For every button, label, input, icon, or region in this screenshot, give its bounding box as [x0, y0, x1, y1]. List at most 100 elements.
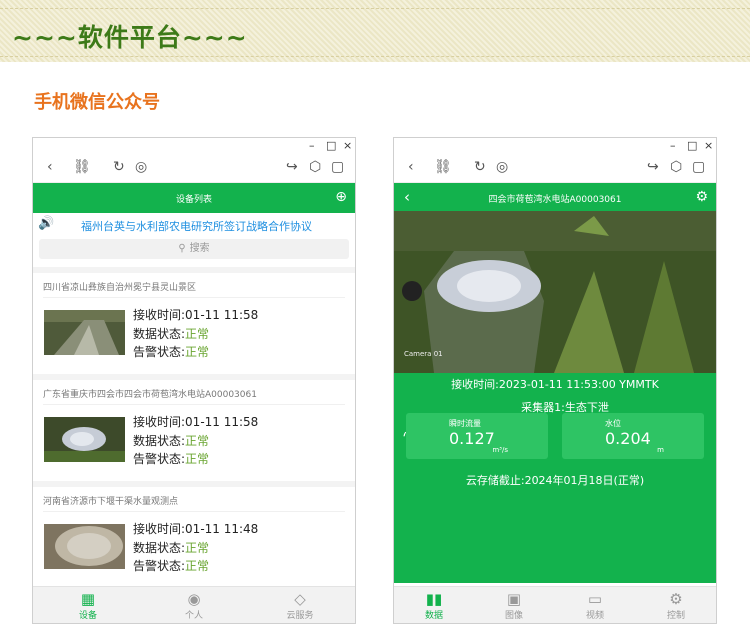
browser-toolbar: ‹ ⛓ ↻ ◎ ↪ ⬡ ▢ — [33, 156, 355, 183]
globe-icon[interactable]: ◎ — [496, 159, 508, 175]
data-status-value: 正常 — [185, 433, 210, 448]
settings-icon[interactable]: ⚙ — [695, 189, 708, 205]
notice-bar[interactable]: 🔊 福州台英与水利部农电研究所签订战略合作协议 — [33, 213, 355, 235]
app-header: ‹ 四会市荷苞湾水电站A00003061 ⚙ — [394, 183, 716, 213]
alarm-status-label: 告警状态: — [133, 452, 186, 466]
close-button[interactable]: × — [343, 139, 352, 152]
divider — [43, 297, 345, 298]
alarm-status-value: 正常 — [185, 345, 210, 359]
window-controls: – □ × — [33, 138, 355, 156]
device-thumbnail[interactable] — [44, 310, 125, 355]
cube-icon[interactable]: ⬡ — [670, 159, 682, 175]
camera-image[interactable]: Camera 01 — [394, 211, 716, 373]
device-location: 四川省凉山彝族自治州冕宁县灵山景区 — [43, 283, 197, 293]
data-status-label: 数据状态: — [133, 540, 186, 555]
tab-control[interactable]: ⚙ 控制 — [636, 590, 716, 621]
bottom-tab-bar: ▦ 设备 ◉ 个人 ◇ 云服务 — [33, 586, 355, 623]
banner-divider-bottom — [0, 56, 750, 57]
device-status: 接收时间:01-11 11:58 数据状态:正常 告警状态:正常 — [133, 413, 258, 469]
alarm-status-row: 告警状态:正常 — [133, 343, 258, 362]
tag-icon: ◇ — [294, 590, 306, 608]
gear-icon: ⚙ — [669, 590, 683, 608]
tab-label: 控制 — [666, 611, 685, 621]
banner-title: ~~~软件平台~~~ — [12, 23, 248, 52]
app-header: 设备列表 ⊕ — [33, 183, 355, 213]
tab-image[interactable]: ▣ 图像 — [474, 590, 554, 621]
minimize-button[interactable]: – — [309, 139, 315, 152]
refresh-icon[interactable]: ↻ — [474, 159, 486, 175]
tab-label: 视频 — [585, 611, 604, 621]
receive-time: 接收时间:01-11 11:58 — [133, 415, 259, 429]
page-title: 设备列表 — [175, 195, 212, 205]
data-status-value: 正常 — [185, 326, 210, 341]
data-status-value: 正常 — [185, 540, 210, 555]
camera-label: Camera 01 — [404, 350, 443, 358]
device-thumbnail[interactable] — [44, 524, 125, 569]
data-status-label: 数据状态: — [133, 433, 186, 448]
device-thumbnail[interactable] — [44, 417, 125, 462]
tab-label: 设备 — [78, 611, 97, 621]
refresh-icon[interactable]: ↻ — [113, 159, 125, 175]
share-icon[interactable]: ↪ — [286, 159, 298, 175]
alarm-status-value: 正常 — [185, 452, 210, 466]
alarm-status-value: 正常 — [185, 559, 210, 573]
tab-label: 云服务 — [286, 611, 314, 621]
tab-video[interactable]: ▭ 视频 — [555, 590, 635, 621]
alarm-status-row: 告警状态:正常 — [133, 557, 258, 576]
bottom-tab-bar: ▮▮ 数据 ▣ 图像 ▭ 视频 ⚙ 控制 — [394, 586, 716, 623]
divider — [43, 511, 345, 512]
flow-unit: m³/s — [492, 446, 508, 454]
level-unit: m — [657, 446, 664, 454]
globe-icon[interactable]: ◎ — [135, 159, 147, 175]
top-banner: ~~~软件平台~~~ — [0, 0, 750, 62]
device-location: 广东省重庆市四会市四会市荷苞湾水电站A00003061 — [43, 390, 257, 400]
link-icon[interactable]: ⛓ — [73, 159, 91, 175]
share-icon[interactable]: ↪ — [647, 159, 659, 175]
flow-card[interactable]: 瞬时流量 0.127 m³/s — [406, 413, 548, 459]
banner-divider-top — [0, 8, 750, 9]
maximize-button[interactable]: □ — [326, 139, 336, 152]
notice-text: 福州台英与水利部农电研究所签订战略合作协议 — [81, 220, 312, 233]
receive-time: 接收时间:01-11 11:58 — [133, 308, 259, 322]
alarm-status-row: 告警状态:正常 — [133, 450, 258, 469]
device-card[interactable]: 广东省重庆市四会市四会市荷苞湾水电站A00003061 接收时间:01-11 1… — [33, 374, 355, 487]
tab-personal[interactable]: ◉ 个人 — [154, 590, 234, 621]
back-icon[interactable]: ‹ — [47, 159, 53, 175]
data-status-row: 数据状态:正常 — [133, 432, 258, 451]
tab-cloud-service[interactable]: ◇ 云服务 — [260, 590, 340, 621]
speaker-icon: 🔊 — [38, 216, 55, 231]
data-status-row: 数据状态:正常 — [133, 325, 258, 344]
flow-label: 瞬时流量 — [449, 419, 481, 428]
tab-label: 数据 — [424, 611, 443, 621]
tab-data[interactable]: ▮▮ 数据 — [394, 590, 474, 621]
maximize-button[interactable]: □ — [687, 139, 697, 152]
alarm-status-label: 告警状态: — [133, 345, 186, 359]
device-location: 河南省济源市下堰干渠水量观测点 — [43, 497, 179, 507]
level-card[interactable]: 水位 0.204 m — [562, 413, 704, 459]
flow-value: 0.127 — [449, 429, 495, 448]
cloud-storage-status: 云存储截止:2024年01月18日(正常) — [465, 474, 645, 487]
data-status-label: 数据状态: — [133, 326, 186, 341]
device-card[interactable]: 四川省凉山彝族自治州冕宁县灵山景区 接收时间:01-11 11:58 数据状态:… — [33, 267, 355, 380]
search-icon: ⚲ — [178, 243, 186, 254]
level-label: 水位 — [605, 419, 621, 428]
monitor-icon: ▭ — [587, 590, 603, 608]
window-controls: – □ × — [394, 138, 716, 156]
link-icon[interactable]: ⛓ — [434, 159, 452, 175]
data-status-row: 数据状态:正常 — [133, 539, 258, 558]
minimize-button[interactable]: – — [670, 139, 676, 152]
window-icon[interactable]: ▢ — [692, 159, 705, 175]
search-placeholder: 搜索 — [189, 243, 210, 254]
close-button[interactable]: × — [704, 139, 713, 152]
bar-chart-icon: ▮▮ — [425, 590, 443, 608]
tab-devices[interactable]: ▦ 设备 — [48, 590, 128, 621]
window-icon[interactable]: ▢ — [331, 159, 344, 175]
search-input[interactable]: ⚲ 搜索 — [39, 239, 349, 259]
page-title: 四会市荷苞湾水电站A00003061 — [488, 195, 622, 205]
back-icon[interactable]: ‹ — [408, 159, 414, 175]
alarm-status-label: 告警状态: — [133, 559, 186, 573]
add-icon[interactable]: ⊕ — [335, 189, 347, 205]
tab-label: 图像 — [504, 611, 523, 621]
device-card[interactable]: 河南省济源市下堰干渠水量观测点 接收时间:01-11 11:48 数据状态:正常… — [33, 481, 355, 594]
cube-icon[interactable]: ⬡ — [309, 159, 321, 175]
